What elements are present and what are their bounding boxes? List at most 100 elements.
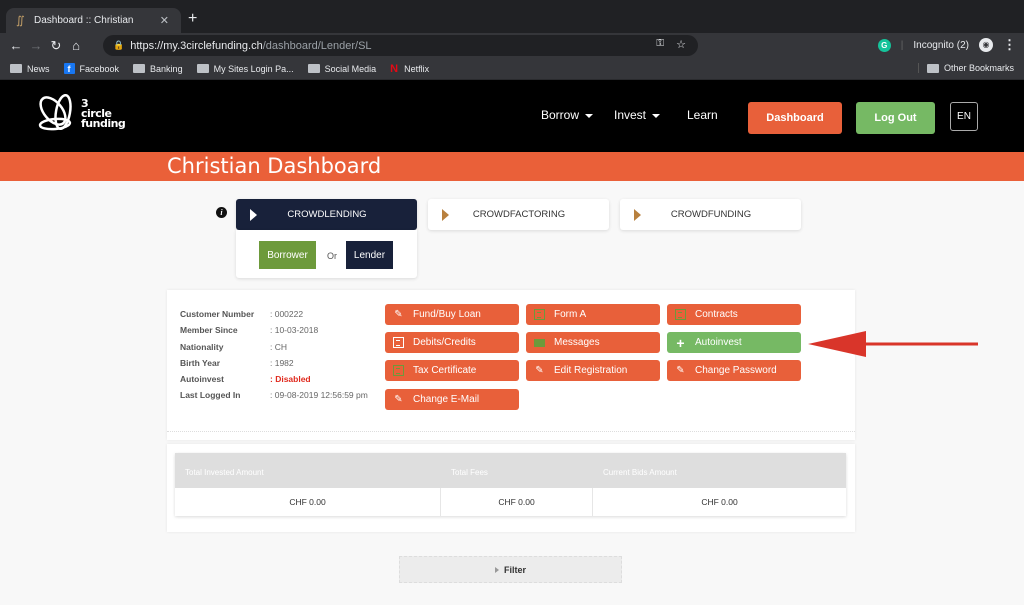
info-row: Customer Number: 000222 [180,309,304,319]
browser-tab-strip: ∬ Dashboard :: Christian ✕ + [0,0,1024,33]
filter-toggle[interactable]: Filter [399,556,622,583]
form-a-button[interactable]: Form A [526,304,660,325]
header-current-bids: Current Bids Amount [603,468,677,477]
other-bookmarks[interactable]: Other Bookmarks [917,63,1014,73]
play-icon [442,208,449,221]
netflix-icon: N [390,62,399,75]
customer-info: Customer Number: 000222 Member Since: 10… [180,306,368,404]
bookmark-banking[interactable]: Banking [133,64,183,74]
language-button[interactable]: EN [950,102,978,131]
bookmark-facebook[interactable]: f Facebook [63,63,119,74]
envelope-icon [534,337,545,348]
info-row: Member Since: 10-03-2018 [180,325,319,336]
borrower-button[interactable]: Borrower [259,241,316,269]
logout-button[interactable]: Log Out [856,102,935,134]
menu-icon[interactable]: ⋮ [1003,37,1016,53]
stats-panel: Total Invested Amount Total Fees Current… [167,444,855,532]
document-icon [393,337,404,348]
url-host: https://my.3circlefunding.ch [130,39,263,52]
info-row: Last Logged In: 09-08-2019 12:56:59 pm [180,390,368,401]
play-icon [250,208,257,221]
stats-value-row: CHF 0.00 CHF 0.00 CHF 0.00 [175,488,846,516]
header-total-fees: Total Fees [451,468,488,477]
stats-table: Total Invested Amount Total Fees Current… [175,453,846,516]
info-row: Birth Year: 1982 [180,357,294,368]
tab-title: Dashboard :: Christian [34,15,134,26]
role-selector: Borrower Or Lender [236,230,417,278]
home-icon[interactable]: ⌂ [66,38,86,53]
folder-icon [133,64,146,73]
nav-invest[interactable]: Invest [614,108,661,122]
site-favicon-icon: ∬ [16,14,25,27]
title-bar: Christian Dashboard [0,152,1024,181]
document-icon [675,309,686,320]
plus-icon: + [676,334,685,351]
browser-tab[interactable]: ∬ Dashboard :: Christian ✕ [6,8,181,33]
pencil-icon: ✎ [394,309,403,320]
autoinvest-status: : Disabled [270,374,311,385]
grammarly-icon[interactable]: G [877,38,891,52]
caret-right-icon [494,566,499,573]
debits-credits-button[interactable]: Debits/Credits [385,332,519,353]
new-tab-icon[interactable]: + [188,11,197,27]
stats-header-row: Total Invested Amount Total Fees Current… [175,453,846,488]
customer-panel: Customer Number: 000222 Member Since: 10… [167,290,855,440]
info-row: Nationality: CH [180,341,287,352]
close-tab-icon[interactable]: ✕ [160,14,169,27]
incognito-icon[interactable]: ◉ [979,38,993,52]
page-title: Christian Dashboard [167,154,382,178]
messages-button[interactable]: Messages [526,332,660,353]
info-row: Autoinvest: Disabled [180,371,368,387]
folder-icon [196,64,209,73]
contracts-button[interactable]: Contracts [667,304,801,325]
caret-down-icon [585,113,594,118]
reload-icon[interactable]: ↻ [46,38,66,54]
or-label: Or [327,251,337,261]
value-total-invested: CHF 0.00 [175,488,441,516]
address-bar[interactable]: 🔒 https://my.3circlefunding.ch/dashboard… [103,35,698,56]
tax-certificate-button[interactable]: Tax Certificate [385,360,519,381]
star-icon[interactable]: ☆ [676,38,686,51]
nav-borrow[interactable]: Borrow [541,108,594,122]
header-total-invested: Total Invested Amount [185,468,264,477]
pencil-icon: ✎ [676,365,685,376]
bookmark-social-media[interactable]: Social Media [307,64,376,74]
bookmarks-bar: News f Facebook Banking My Sites Login Pa… [0,58,1024,80]
forward-icon[interactable]: → [26,38,46,53]
logo[interactable]: 3 circle funding [35,94,126,134]
document-icon [393,365,404,376]
edit-registration-button[interactable]: ✎ Edit Registration [526,360,660,381]
dashboard-button[interactable]: Dashboard [748,102,842,134]
key-icon[interactable]: ⚿ [656,38,664,49]
circles-logo-icon [38,94,72,131]
bookmark-news[interactable]: News [10,64,50,74]
back-icon[interactable]: ← [6,38,26,53]
change-email-button[interactable]: ✎ Change E-Mail [385,389,519,410]
tab-crowdlending[interactable]: CROWDLENDING [236,199,417,230]
browser-toolbar: ← → ↻ ⌂ 🔒 https://my.3circlefunding.ch/d… [0,33,1024,58]
pencil-icon: ✎ [394,394,403,405]
lock-icon: 🔒 [113,40,125,50]
bookmark-netflix[interactable]: N Netflix [390,63,429,75]
nav-learn[interactable]: Learn [687,108,718,122]
tab-crowdfunding[interactable]: CROWDFUNDING [620,199,801,230]
pencil-icon: ✎ [535,365,544,376]
lender-button[interactable]: Lender [346,241,393,269]
document-icon [534,309,545,320]
fund-buy-loan-button[interactable]: ✎ Fund/Buy Loan [385,304,519,325]
facebook-icon: f [63,63,75,74]
play-icon [634,208,641,221]
change-password-button[interactable]: ✎ Change Password [667,360,801,381]
divider [167,431,855,432]
value-total-fees: CHF 0.00 [441,488,593,516]
tab-crowdfactoring[interactable]: CROWDFACTORING [428,199,609,230]
folder-icon [307,64,320,73]
bookmark-my-sites[interactable]: My Sites Login Pa... [196,64,294,74]
annotation-arrow-icon [808,331,978,357]
logo-text: 3 circle funding [81,97,126,130]
value-current-bids: CHF 0.00 [701,497,738,507]
info-icon[interactable]: i [216,207,227,218]
folder-icon [10,64,22,73]
autoinvest-button[interactable]: + Autoinvest [667,332,801,353]
folder-icon [926,63,939,73]
